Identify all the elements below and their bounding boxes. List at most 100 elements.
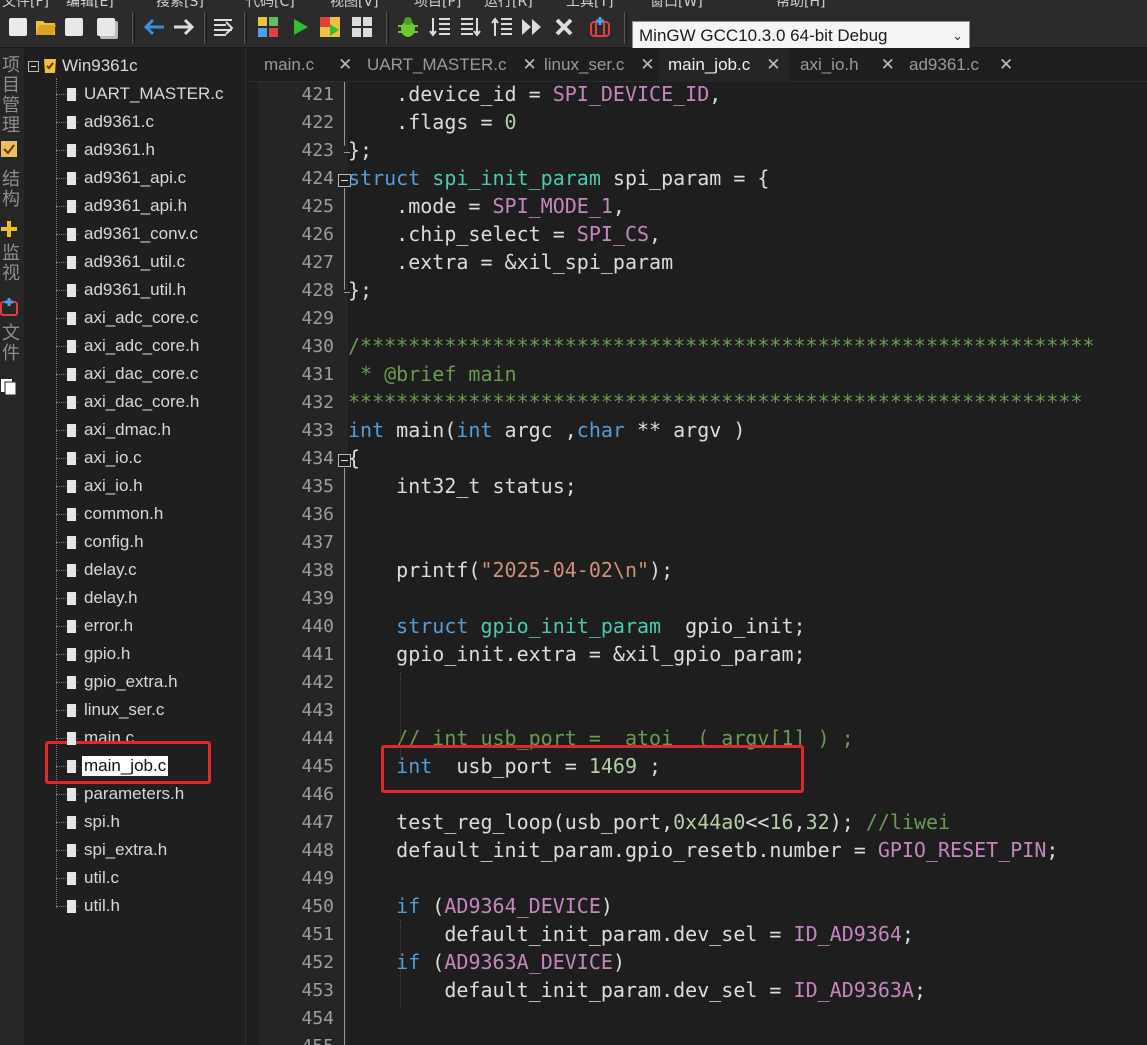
code-line[interactable]: .extra = &xil_spi_param [348,250,673,274]
close-icon[interactable]: ✕ [338,55,352,75]
menu-help[interactable]: 帮助[H] [776,0,825,8]
code-line[interactable]: if (AD9363A_DEVICE) [348,950,625,974]
tree-file-item[interactable]: spi.h [56,808,120,836]
tree-file-item[interactable]: axi_io.c [56,444,142,472]
tree-file-item[interactable]: ad9361.c [56,108,154,136]
step-over-icon[interactable] [428,15,452,39]
tree-file-item[interactable]: ad9361_util.h [56,276,186,304]
tree-file-item[interactable]: parameters.h [56,780,184,808]
tree-file-item[interactable]: ad9361_api.c [56,164,186,192]
code-line[interactable]: * @brief main [348,362,517,386]
code-line[interactable]: default_init_param.dev_sel = ID_AD9363A; [348,978,926,1002]
tree-file-item[interactable]: common.h [56,500,163,528]
new-file-icon[interactable] [6,15,30,39]
code-line[interactable]: int32_t status; [348,474,577,498]
tree-file-item[interactable]: spi_extra.h [56,836,167,864]
menu-project[interactable]: 项目[P] [414,0,461,8]
format-icon[interactable] [211,15,235,39]
close-icon[interactable]: ✕ [766,55,780,75]
tree-file-item[interactable]: gpio_extra.h [56,668,178,696]
code-line[interactable]: ****************************************… [348,390,1083,414]
tree-file-item[interactable]: axi_adc_core.c [56,304,198,332]
step-out-icon[interactable] [490,15,514,39]
code-line[interactable]: int main(int argc ,char ** argv ) [348,418,745,442]
tree-file-item[interactable]: axi_dac_core.c [56,360,198,388]
menu-run[interactable]: 运行[R] [484,0,533,8]
code-line[interactable]: { [348,446,360,470]
tree-file-item[interactable]: delay.c [56,556,137,584]
close-icon[interactable]: ✕ [640,55,654,75]
dock-tab-structure[interactable]: 结构 [2,170,20,210]
tree-file-item[interactable]: error.h [56,612,133,640]
code-line[interactable]: struct spi_init_param spi_param = { [348,166,769,190]
code-line[interactable]: gpio_init.extra = &xil_gpio_param; [348,642,805,666]
tree-file-item[interactable]: ad9361.h [56,136,155,164]
code-line[interactable]: .mode = SPI_MODE_1, [348,194,625,218]
tree-file-item[interactable]: config.h [56,528,144,556]
tree-file-item[interactable]: util.c [56,864,119,892]
code-line[interactable]: .chip_select = SPI_CS, [348,222,661,246]
code-line[interactable]: /***************************************… [348,334,1095,358]
tree-file-item[interactable]: axi_io.h [56,472,143,500]
rebuild-icon[interactable] [350,15,374,39]
dock-tab-watch[interactable]: 监视 [2,244,20,284]
tree-root[interactable]: Win9361c [28,54,138,78]
dock-tab-files[interactable]: 文件 [2,324,20,364]
tab-main-job-c[interactable]: main_job.c ✕ [658,48,791,82]
tree-file-item[interactable]: gpio.h [56,640,130,668]
save-all-icon[interactable] [94,15,118,39]
code-line[interactable]: }; [348,138,372,162]
menu-window[interactable]: 窗口[W] [650,0,703,8]
code-line[interactable]: }; [348,278,372,302]
code-line[interactable]: printf("2025-04-02\n"); [348,558,673,582]
tab-ad9361-c[interactable]: ad9361.c ✕ [909,48,1013,82]
menu-search[interactable]: 搜索[S] [156,0,204,8]
tree-file-item[interactable]: axi_adc_core.h [56,332,199,360]
save-icon[interactable] [62,15,86,39]
undo-icon[interactable] [142,15,166,39]
tree-file-item[interactable]: util.h [56,892,120,920]
tree-file-item[interactable]: UART_MASTER.c [56,80,224,108]
debug-icon[interactable] [396,15,420,39]
code-line[interactable]: struct gpio_init_param gpio_init; [348,614,805,638]
tab-uart-master-c[interactable]: UART_MASTER.c ✕ [367,48,537,82]
menu-file[interactable]: 文件[F] [2,0,49,8]
tree-file-item[interactable]: axi_dmac.h [56,416,171,444]
open-icon[interactable] [34,15,58,39]
code-line[interactable]: .device_id = SPI_DEVICE_ID, [348,82,721,106]
menu-edit[interactable]: 编辑[E] [66,0,114,8]
tree-file-item[interactable]: ad9361_util.c [56,248,185,276]
code-line[interactable]: default_init_param.dev_sel = ID_AD9364; [348,922,914,946]
code-line[interactable]: if (AD9364_DEVICE) [348,894,613,918]
step-into-icon[interactable] [458,15,482,39]
build-config-select[interactable]: MinGW GCC10.3.0 64-bit Debug ⌄ [632,21,970,51]
redo-icon[interactable] [172,15,196,39]
collapse-icon[interactable] [28,60,39,72]
menu-tools[interactable]: 工具[T] [566,0,613,8]
tree-file-item[interactable]: linux_ser.c [56,696,164,724]
run-icon[interactable] [288,15,312,39]
code-line[interactable]: default_init_param.gpio_resetb.number = … [348,838,1058,862]
dock-tab-project[interactable]: 项目管理 [2,56,20,136]
code-line[interactable]: .flags = 0 [348,110,516,134]
close-icon[interactable]: ✕ [523,55,537,75]
tab-linux-ser-c[interactable]: linux_ser.c ✕ [544,48,655,82]
tab-axi-io-h[interactable]: axi_io.h ✕ [800,48,895,82]
code-line[interactable]: test_reg_loop(usb_port,0x44a0<<16,32); /… [348,810,950,834]
tab-main-c[interactable]: main.c ✕ [264,48,352,82]
tree-file-item[interactable]: ad9361_api.h [56,192,187,220]
close-icon[interactable]: ✕ [999,55,1013,75]
tree-file-item[interactable]: axi_dac_core.h [56,388,199,416]
menu-view[interactable]: 视图[V] [330,0,379,8]
compile-run-icon[interactable] [318,15,342,39]
close-icon[interactable]: ✕ [881,55,895,75]
continue-icon[interactable] [520,15,544,39]
compile-icon[interactable] [256,15,280,39]
code-editor[interactable]: 421 422 423 424 425 426 427 428 429 430 431 432 433 4… [246,82,1147,1045]
stop-icon[interactable] [552,15,576,39]
profile-icon[interactable] [588,15,612,39]
file-icon [67,143,76,157]
menu-code[interactable]: 代码[C] [246,0,295,8]
tree-file-item[interactable]: ad9361_conv.c [56,220,198,248]
tree-file-item[interactable]: delay.h [56,584,138,612]
